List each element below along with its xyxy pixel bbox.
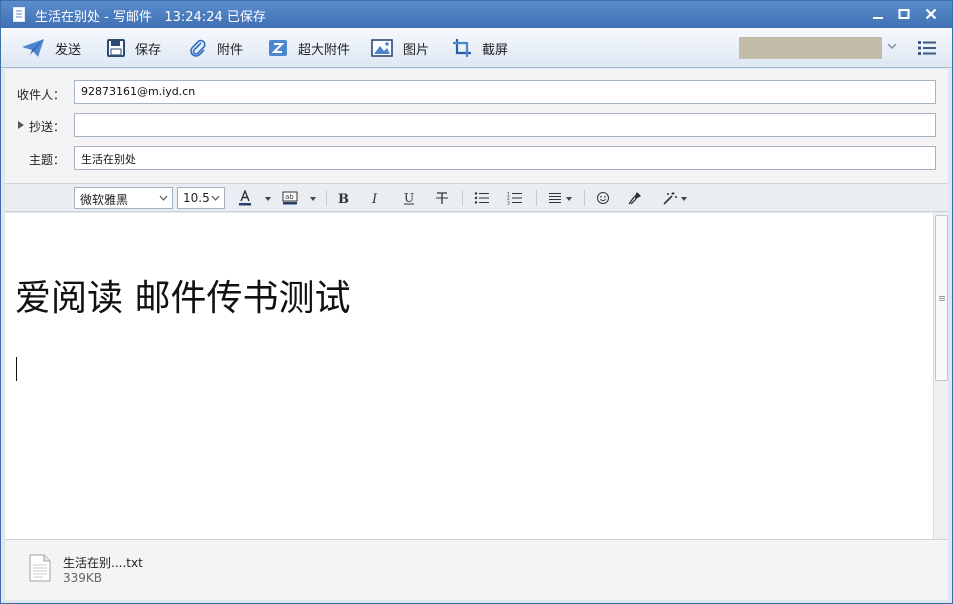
- save-label: 保存: [135, 42, 162, 58]
- format-toolbar: 微软雅黑 10.5 ab B I U 1 2 3: [5, 183, 948, 212]
- align-dropdown-icon[interactable]: [566, 197, 572, 201]
- cc-label: 抄送：: [28, 120, 65, 134]
- chevron-down-icon: [211, 195, 220, 201]
- scroll-grip-icon: [939, 296, 945, 301]
- title-bar: 生活在别处 - 写邮件 13:24:24 已保存: [1, 1, 952, 28]
- svg-text:I: I: [371, 192, 378, 205]
- send-button[interactable]: 发送: [21, 36, 81, 60]
- picture-label: 图片: [403, 42, 430, 58]
- numbered-list-icon[interactable]: 123: [506, 190, 524, 206]
- paperclip-icon: [190, 39, 206, 57]
- bullet-list-icon[interactable]: [473, 190, 491, 206]
- attachment-bar: 生活在别....txt 339KB: [5, 539, 948, 600]
- italic-icon[interactable]: I: [367, 190, 385, 206]
- underline-icon[interactable]: U: [400, 190, 418, 206]
- subject-field[interactable]: 生活在别处: [74, 146, 936, 170]
- subject-label: 主题：: [28, 153, 65, 167]
- maximize-button[interactable]: [893, 3, 915, 25]
- strikethrough-icon[interactable]: [433, 190, 451, 206]
- svg-text:B: B: [338, 192, 349, 205]
- window-title: 生活在别处 - 写邮件 13:24:24 已保存: [35, 10, 266, 25]
- paper-plane-icon: [22, 39, 44, 57]
- minimize-icon: [873, 17, 883, 19]
- account-selector[interactable]: [739, 37, 882, 59]
- font-family-select[interactable]: 微软雅黑: [74, 187, 173, 209]
- maximize-icon: [898, 9, 910, 19]
- separator: [462, 190, 463, 206]
- to-field[interactable]: 92873161@m.iyd.cn: [74, 80, 936, 104]
- separator: [326, 190, 327, 206]
- attachment-size: 339KB: [63, 571, 103, 585]
- menu-list-icon[interactable]: [918, 40, 936, 56]
- chevron-down-icon[interactable]: [887, 42, 897, 50]
- message-body-editor[interactable]: 爱阅读 邮件传书测试: [5, 213, 933, 539]
- minimize-button[interactable]: [867, 3, 889, 25]
- screenshot-button[interactable]: 截屏: [452, 36, 508, 60]
- svg-text:3: 3: [507, 201, 510, 206]
- separator: [584, 190, 585, 206]
- magic-wand-dropdown-icon[interactable]: [681, 197, 687, 201]
- document-icon: [13, 7, 25, 22]
- screenshot-label: 截屏: [482, 42, 509, 58]
- svg-text:ab: ab: [285, 193, 294, 201]
- chevron-down-icon: [159, 195, 168, 201]
- attach-button[interactable]: 附件: [189, 36, 243, 60]
- cc-field[interactable]: [74, 113, 936, 137]
- send-label: 发送: [55, 42, 82, 58]
- large-file-icon: [269, 40, 287, 56]
- picture-button[interactable]: 图片: [371, 36, 429, 60]
- crop-icon: [453, 39, 471, 57]
- floppy-disk-icon: [107, 39, 125, 57]
- text-caret: [16, 357, 17, 381]
- font-size-select[interactable]: 10.5: [177, 187, 225, 209]
- scrollbar-thumb[interactable]: [935, 215, 948, 381]
- bold-icon[interactable]: B: [334, 190, 352, 206]
- svg-text:U: U: [404, 191, 414, 205]
- compose-window: 生活在别处 - 写邮件 13:24:24 已保存 发送 保存 附件 超大附件 图…: [0, 0, 953, 604]
- vertical-scrollbar[interactable]: [933, 213, 948, 539]
- highlight-dropdown-icon[interactable]: [310, 197, 316, 201]
- font-size-value: 10.5: [183, 191, 210, 205]
- emoji-icon[interactable]: [594, 190, 612, 206]
- align-icon[interactable]: [546, 190, 564, 206]
- message-body-text: 爱阅读 邮件传书测试: [15, 278, 351, 319]
- close-icon: [925, 8, 937, 20]
- close-button[interactable]: [920, 3, 942, 25]
- font-color-icon[interactable]: [236, 190, 254, 206]
- save-button[interactable]: 保存: [107, 36, 161, 60]
- separator: [536, 190, 537, 206]
- format-brush-icon[interactable]: [626, 190, 644, 206]
- font-color-dropdown-icon[interactable]: [265, 197, 271, 201]
- to-label: 收件人：: [16, 88, 65, 102]
- attachment-name[interactable]: 生活在别....txt: [63, 554, 143, 571]
- message-headers: 收件人： 92873161@m.iyd.cn 抄送： 主题： 生活在别处: [5, 69, 948, 183]
- text-file-icon[interactable]: [29, 554, 51, 582]
- attach-label: 附件: [217, 42, 244, 58]
- highlight-color-icon[interactable]: ab: [281, 190, 299, 206]
- large-attach-button[interactable]: 超大附件: [268, 36, 350, 60]
- magic-wand-icon[interactable]: [661, 190, 679, 206]
- image-icon: [371, 39, 393, 57]
- font-family-value: 微软雅黑: [80, 193, 129, 207]
- large-attach-label: 超大附件: [298, 42, 351, 58]
- compose-toolbar: 发送 保存 附件 超大附件 图片 截屏: [1, 28, 952, 68]
